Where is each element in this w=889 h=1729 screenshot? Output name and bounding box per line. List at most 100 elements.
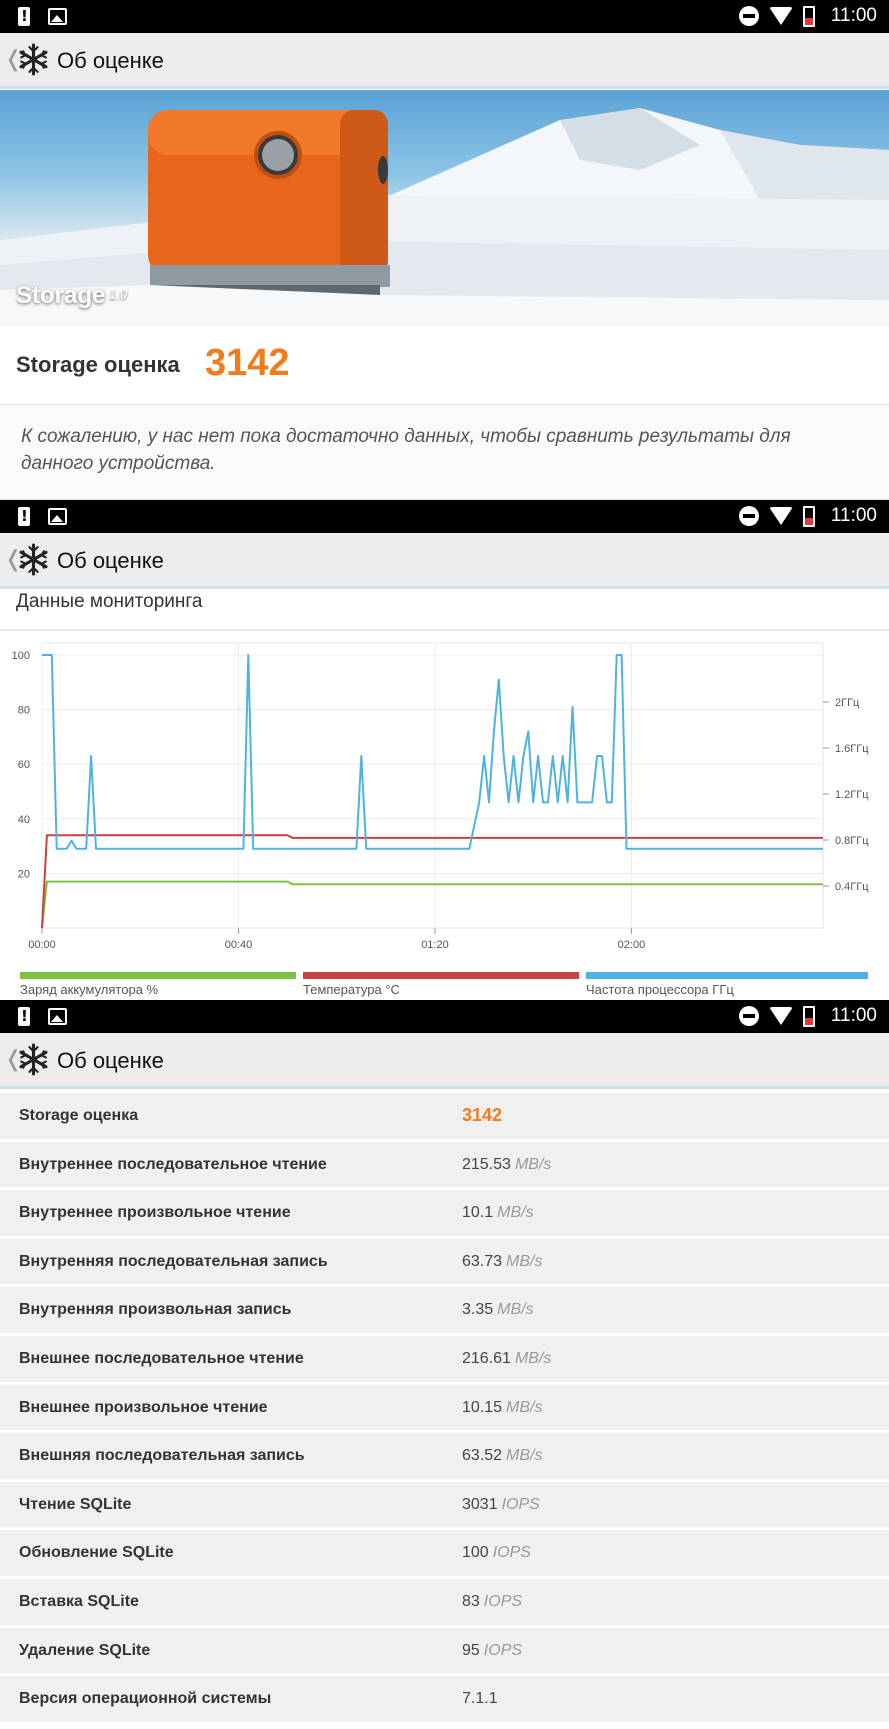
detail-value-number: 3.35 [462, 1301, 494, 1319]
notice-text: К сожалению, у нас нет пока достаточно д… [21, 426, 791, 474]
details-list: Storage оценка 3142 Внутреннее последовате… [0, 1093, 889, 1725]
detail-row: Storage оценка 3142 [0, 1093, 889, 1142]
y-tick-label: 80 [18, 705, 30, 717]
wifi-icon [768, 7, 793, 25]
detail-unit: MB/s [514, 1349, 552, 1367]
detail-value: 7.1.1 [462, 1690, 498, 1708]
detail-value-number: 100 [462, 1544, 489, 1562]
series-line [42, 654, 823, 850]
legend-battery-label: Заряд аккумулятора % [20, 982, 159, 997]
detail-row: Внутреннее произвольное чтение 10.1 MB/s [0, 1190, 889, 1239]
detail-label: Внешняя последовательная запись [19, 1447, 305, 1465]
detail-row: Внутренняя последовательная запись 63.73 M… [0, 1238, 889, 1288]
detail-row: Внешнее последовательное чтение 216.61 MB/… [0, 1335, 889, 1385]
status-bar: 11:00 [0, 0, 889, 33]
detail-unit: MB/s [514, 1155, 552, 1173]
detail-label: Чтение SQLite [19, 1495, 132, 1513]
detail-row: Внутренняя произвольная запись 3.35 MB/s [0, 1287, 889, 1336]
detail-value: 95 IOPS [462, 1642, 522, 1660]
do-not-disturb-icon [738, 506, 759, 526]
detail-unit: IOPS [483, 1641, 523, 1659]
detail-label: Вставка SQLite [19, 1592, 139, 1610]
legend-temperature-label: Температура °C [303, 982, 400, 997]
detail-label: Внутренняя последовательная запись [19, 1252, 328, 1270]
legend-cpu-label: Частота процессора ГГц [586, 982, 734, 997]
y-tick-label: 20 [18, 868, 30, 880]
detail-unit: MB/s [506, 1398, 543, 1416]
status-bar: 11:00 [0, 1000, 889, 1033]
page-title: Об оценке [57, 548, 164, 573]
snowflake-logo-icon[interactable] [17, 1043, 50, 1076]
page-title: Об оценке [57, 1048, 164, 1073]
detail-value: 3.35 MB/s [462, 1301, 534, 1319]
detail-value-number: 215.53 [462, 1155, 511, 1173]
y2-tick-label: 0.8ГГц [835, 835, 869, 847]
detail-value-number: 83 [462, 1592, 480, 1610]
do-not-disturb-icon [738, 6, 759, 26]
benchmark-name: Storage [16, 282, 106, 309]
legend-temperature-swatch [303, 972, 579, 979]
detail-label: Внешнее последовательное чтение [19, 1349, 304, 1367]
battery-icon [802, 5, 815, 27]
detail-value-number: 63.73 [462, 1252, 503, 1270]
monitoring-header: Данные мониторинга [0, 589, 889, 631]
detail-label: Удаление SQLite [19, 1641, 151, 1659]
detail-value: 3031 IOPS [462, 1496, 540, 1514]
snowflake-logo-icon[interactable] [17, 43, 50, 76]
monitoring-chart-svg: 20 40 60 80 100 0.4ГГц 0.8ГГц 1.2ГГц 1.6ГГц 2ГГц 0… [12, 642, 869, 951]
detail-row: Вставка SQLite 83 IOPS [0, 1578, 889, 1628]
detail-value-number: 7.1.1 [462, 1690, 498, 1708]
detail-unit: IOPS [501, 1495, 540, 1513]
detail-value-number: 95 [462, 1641, 480, 1659]
detail-label: Storage оценка [19, 1107, 139, 1124]
status-bar: 11:00 [0, 500, 889, 533]
status-time: 11:00 [830, 1005, 877, 1026]
battery-alert-icon [18, 1007, 30, 1026]
y-tick-label: 40 [18, 814, 30, 826]
battery-icon [802, 1005, 815, 1027]
legend-cpu: Частота процессора ГГц [586, 972, 868, 997]
detail-value-number: 3031 [462, 1495, 498, 1513]
detail-value: 216.61 MB/s [462, 1350, 551, 1368]
detail-value-number: 10.1 [462, 1204, 494, 1222]
y2-tick-label: 2ГГц [835, 697, 860, 709]
x-tick-label: 02:00 [618, 939, 646, 951]
status-time: 11:00 [830, 5, 877, 26]
x-tick-label: 00:00 [28, 939, 56, 951]
y-tick-label: 100 [12, 650, 30, 662]
app-bar: ❬ Об оценке [0, 1033, 889, 1089]
battery-alert-icon [18, 7, 30, 26]
detail-row: Обновление SQLite 100 IOPS [0, 1530, 889, 1579]
detail-unit: IOPS [483, 1592, 523, 1610]
legend-battery: Заряд аккумулятора % [20, 972, 296, 997]
detail-row: Внешнее произвольное чтение 10.15 MB/s [0, 1384, 889, 1434]
detail-unit: MB/s [506, 1447, 543, 1465]
legend-cpu-swatch [586, 972, 868, 979]
detail-row: Удаление SQLite 95 IOPS [0, 1627, 889, 1677]
y2-tick-label: 0.4ГГц [835, 881, 869, 893]
app-bar: ❬ Об оценке [0, 533, 889, 589]
image-icon [48, 1008, 67, 1025]
hero-banner: Storage 1.0 [0, 90, 889, 326]
page-title: Об оценке [57, 48, 164, 73]
score-row: Storage оценка 3142 [0, 326, 889, 404]
status-time: 11:00 [830, 505, 877, 526]
detail-label: Внешнее произвольное чтение [19, 1398, 268, 1416]
detail-value: 10.1 MB/s [462, 1204, 534, 1222]
battery-icon [802, 505, 815, 527]
series-line [41, 880, 823, 929]
detail-row: Внешняя последовательная запись 63.52 MB/s [0, 1433, 889, 1482]
snowflake-logo-icon[interactable] [17, 543, 50, 576]
image-icon [48, 508, 67, 525]
y-tick-label: 60 [18, 759, 30, 771]
x-tick-label: 01:20 [421, 939, 449, 951]
detail-value: 100 IOPS [462, 1544, 531, 1562]
wifi-icon [768, 1007, 793, 1025]
detail-unit: IOPS [492, 1544, 531, 1562]
benchmark-version: 1.0 [109, 287, 128, 302]
detail-label: Внутреннее произвольное чтение [19, 1204, 291, 1222]
hero-image [0, 108, 889, 326]
wifi-icon [768, 507, 793, 525]
score-value: 3142 [205, 342, 290, 384]
score-label: Storage оценка [16, 352, 180, 377]
